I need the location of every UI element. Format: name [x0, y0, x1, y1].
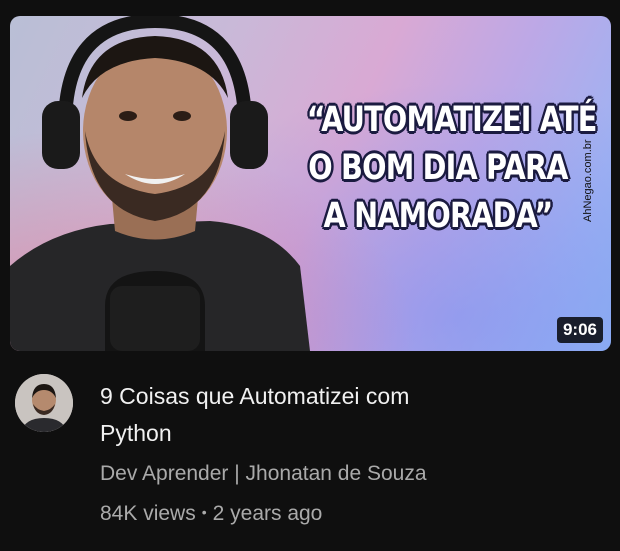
thumbnail-headline: “AUTOMATIZEI ATÉ O BOM DIA PARA A NAMORA…	[306, 96, 598, 240]
video-title-line-1: 9 Coisas que Automatizei com	[100, 383, 410, 409]
upload-age: 2 years ago	[212, 502, 323, 525]
view-count: 84K views	[100, 502, 196, 525]
headline-line-2: O BOM DIA PARA	[308, 148, 568, 188]
separator-dot: •	[201, 504, 207, 520]
video-title-line-2: Python	[100, 420, 172, 446]
watermark: AhNegao.com.br	[582, 139, 594, 222]
headline-line-3: A NAMORADA”	[323, 196, 554, 236]
avatar-icon	[15, 374, 73, 432]
video-title[interactable]: 9 Coisas que Automatizei com Python	[100, 378, 600, 452]
video-thumbnail[interactable]: “AUTOMATIZEI ATÉ O BOM DIA PARA A NAMORA…	[10, 16, 611, 351]
headline-line-1: “AUTOMATIZEI ATÉ	[306, 100, 598, 140]
channel-name[interactable]: Dev Aprender | Jhonatan de Souza	[100, 462, 427, 486]
video-card[interactable]: “AUTOMATIZEI ATÉ O BOM DIA PARA A NAMORA…	[0, 0, 620, 551]
video-metadata: 84K views • 2 years ago	[100, 502, 322, 526]
duration-badge: 9:06	[556, 317, 603, 343]
channel-avatar[interactable]	[15, 374, 73, 432]
